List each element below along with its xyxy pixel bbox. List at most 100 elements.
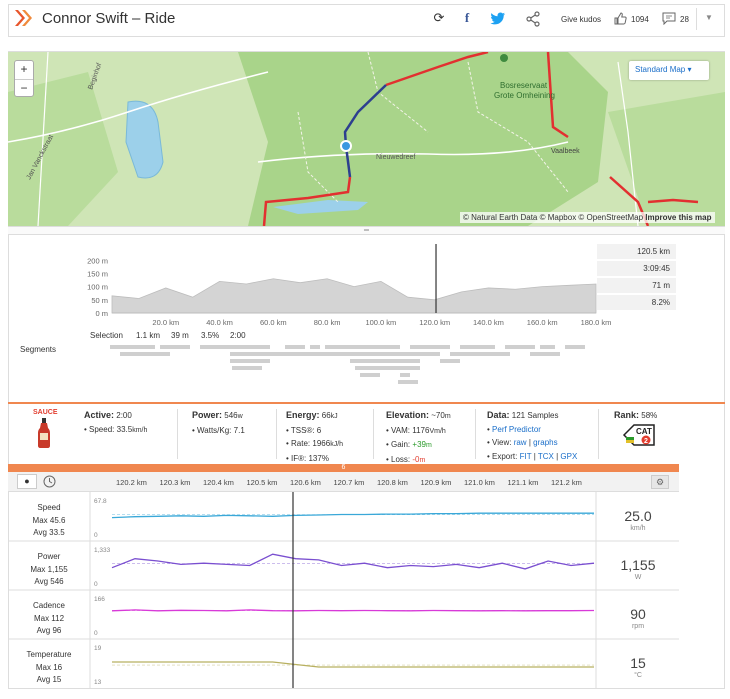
segment-bar bbox=[160, 345, 190, 349]
rank-badge-icon: CAT 2 bbox=[622, 424, 655, 446]
elevation-stat: 8.2% bbox=[597, 295, 676, 311]
selection-grade: 3.5% bbox=[201, 331, 220, 340]
elevation-y-tick: 100 m bbox=[87, 283, 108, 292]
stream-line-temperature bbox=[112, 661, 594, 668]
segment-bar bbox=[450, 352, 510, 356]
row-title: Cadence bbox=[32, 601, 66, 610]
map-zoom-control: + − bbox=[14, 60, 34, 97]
row-avg: Avg 96 bbox=[36, 626, 62, 635]
active-label: Active: bbox=[84, 410, 115, 420]
segments-track[interactable] bbox=[110, 344, 600, 394]
data-label: Data: bbox=[487, 410, 510, 420]
comment-icon[interactable] bbox=[662, 12, 676, 25]
rank-label: Rank: bbox=[614, 410, 640, 420]
clock-icon[interactable] bbox=[43, 475, 56, 488]
elevation-y-tick: 50 m bbox=[91, 296, 108, 305]
loss-unit: m bbox=[419, 456, 426, 464]
segment-bar bbox=[410, 345, 450, 349]
zoom-out-button[interactable]: − bbox=[15, 79, 33, 97]
active-column: Active: 2:00 • Speed: 33.5km/h bbox=[84, 409, 147, 437]
timeline-tick: 120.8 km bbox=[377, 478, 408, 487]
timeline-handle-bar[interactable]: 6 bbox=[8, 464, 679, 472]
segment-bar bbox=[350, 359, 420, 363]
row-unit: km/h bbox=[630, 525, 646, 532]
segment-bar bbox=[400, 373, 410, 377]
thumbs-up-icon[interactable] bbox=[614, 12, 627, 25]
elevation-stat: 3:09:45 bbox=[597, 261, 676, 277]
column-divider bbox=[276, 409, 277, 459]
segment-bar bbox=[200, 345, 270, 349]
rate-value: 1966 bbox=[312, 439, 331, 448]
elevation-area bbox=[111, 278, 597, 314]
map-pin-icon[interactable]: ● bbox=[17, 474, 37, 489]
elevation-x-tick: 80.0 km bbox=[314, 318, 341, 327]
row-avg: Avg 15 bbox=[36, 675, 62, 684]
export-fit-link[interactable]: FIT bbox=[520, 452, 532, 461]
energy-unit: kJ bbox=[330, 413, 338, 420]
share-icon[interactable] bbox=[525, 11, 541, 27]
rank-cat-label: CAT bbox=[636, 427, 652, 436]
segment-bar bbox=[530, 352, 560, 356]
elevation-x-tick: 20.0 km bbox=[152, 318, 179, 327]
export-gpx-link[interactable]: GPX bbox=[560, 452, 577, 461]
row-y-min: 0 bbox=[94, 581, 98, 588]
zoom-in-button[interactable]: + bbox=[15, 61, 33, 79]
elevation-x-tick: 100.0 km bbox=[365, 318, 396, 327]
segment-bar bbox=[285, 345, 305, 349]
row-max: Max 16 bbox=[35, 663, 63, 672]
stream-line-speed bbox=[111, 512, 594, 519]
twitter-icon[interactable] bbox=[490, 12, 506, 25]
attribution-osm[interactable]: © OpenStreetMap bbox=[578, 213, 643, 222]
map-type-dropdown[interactable]: Standard Map ▾ bbox=[629, 61, 709, 80]
facebook-icon[interactable]: f bbox=[459, 10, 475, 26]
elevation-y-tick: 200 m bbox=[87, 256, 108, 265]
export-tcx-link[interactable]: TCX bbox=[538, 452, 554, 461]
row-y-max: 67.8 bbox=[94, 498, 107, 505]
elevation-x-tick: 160.0 km bbox=[527, 318, 558, 327]
view-graphs-link[interactable]: graphs bbox=[533, 438, 557, 447]
timeline-tick: 120.7 km bbox=[333, 478, 365, 487]
attribution-natural-earth[interactable]: © Natural Earth Data bbox=[463, 213, 537, 222]
loss-value: -0 bbox=[412, 454, 420, 464]
tss-label: • TSS®: bbox=[286, 425, 315, 435]
attribution-mapbox[interactable]: © Mapbox bbox=[540, 213, 577, 222]
header-divider bbox=[696, 8, 697, 30]
view-separator: | bbox=[528, 438, 531, 447]
route-map[interactable]: Bosreservaat Grote Omheining Vaalbeek Ni… bbox=[8, 52, 725, 226]
map-canvas[interactable]: Bosreservaat Grote Omheining Vaalbeek Ni… bbox=[8, 52, 725, 226]
elevation-x-tick: 140.0 km bbox=[473, 318, 504, 327]
loss-label: • Loss: bbox=[386, 454, 411, 464]
sauce-chevron-logo-icon bbox=[15, 10, 32, 26]
elevation-x-tick: 40.0 km bbox=[206, 318, 233, 327]
segments-label: Segments bbox=[20, 345, 57, 354]
improve-map-link[interactable]: Improve this map bbox=[645, 213, 711, 222]
segment-bar bbox=[350, 352, 440, 356]
column-divider bbox=[598, 409, 599, 459]
map-resize-handle[interactable]: ═ bbox=[8, 226, 725, 235]
segment-bar bbox=[360, 373, 380, 377]
segment-bar bbox=[395, 366, 420, 370]
sauce-bottle-icon bbox=[38, 418, 50, 448]
give-kudos-button[interactable]: Give kudos bbox=[561, 15, 601, 24]
if-value: 137% bbox=[308, 453, 329, 463]
rank-column: Rank: 58% bbox=[614, 409, 657, 423]
segment-bar bbox=[232, 366, 262, 370]
row-current-value: 1,155 bbox=[620, 557, 656, 573]
tss-value: 6 bbox=[316, 425, 322, 435]
segment-bar bbox=[460, 345, 495, 349]
row-current-value: 15 bbox=[630, 655, 646, 671]
refresh-icon[interactable]: ⟳ bbox=[431, 10, 447, 26]
perf-predictor-link[interactable]: Perf Predictor bbox=[492, 425, 541, 434]
speed-value: 33.5 bbox=[116, 424, 133, 434]
row-max: Max 45.6 bbox=[32, 516, 66, 525]
row-y-min: 0 bbox=[94, 630, 98, 637]
gear-icon[interactable]: ⚙ bbox=[651, 475, 669, 489]
stream-line-power bbox=[111, 553, 595, 570]
elevation-x-tick: 180.0 km bbox=[581, 318, 612, 327]
view-label: • View: bbox=[487, 438, 512, 447]
wkg-label: • Watts/Kg: bbox=[192, 425, 232, 435]
active-value: 2:00 bbox=[116, 411, 132, 420]
chevron-down-icon[interactable]: ▼ bbox=[705, 13, 713, 22]
view-raw-link[interactable]: raw bbox=[514, 438, 527, 447]
speed-label: • Speed: bbox=[84, 424, 115, 434]
